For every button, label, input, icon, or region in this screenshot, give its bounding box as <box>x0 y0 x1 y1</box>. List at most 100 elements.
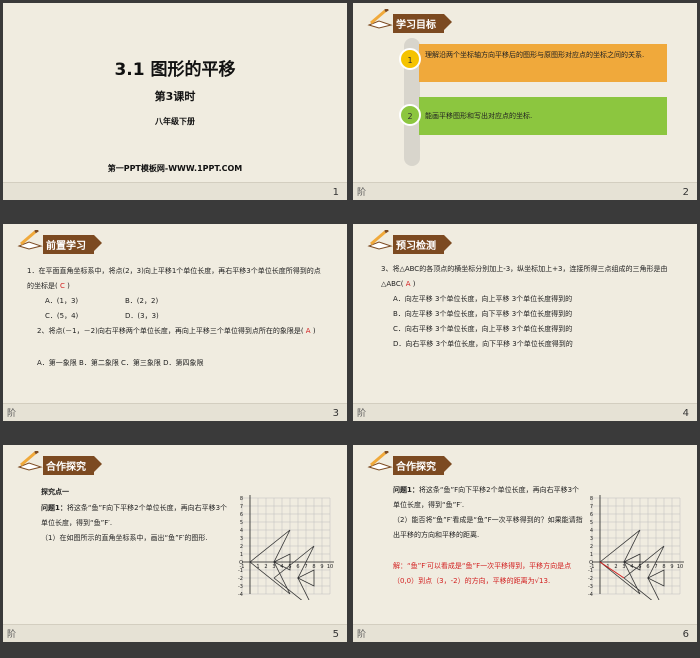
y-tick-label: 7 <box>590 504 593 510</box>
x-tick-label: 8 <box>662 564 665 570</box>
section-title: 合作探究 <box>393 456 452 475</box>
slide-subtitle: 第3课时 <box>154 90 196 103</box>
slide-1[interactable]: 3.1 图形的平移 第3课时 八年级下册 第一PPT模板网-WWW.1PPT.C… <box>3 3 347 200</box>
slide-number: 4 <box>682 408 689 419</box>
y-tick-label: -2 <box>588 576 593 582</box>
y-tick-label: 5 <box>590 520 593 526</box>
slide-footer: 1 <box>3 182 347 200</box>
y-tick-label: -4 <box>588 592 593 598</box>
y-tick-label: 3 <box>590 536 593 542</box>
website-label: 第一PPT模板网-WWW.1PPT.COM <box>107 164 243 173</box>
options-2: A．第一象限 B．第二象限 C．第三象限 D．第四象限 <box>37 359 204 367</box>
slide-footer: 阶 4 <box>353 403 697 421</box>
coordinate-graph: 87654321O-1-2-3-412345678910-1 <box>236 494 336 611</box>
objective-1-number: 1 <box>399 48 421 70</box>
option-b: B．向左平移 3个单位长度，向下平移 3个单位长度得到的 <box>393 310 573 318</box>
footer-note: 阶 <box>7 409 17 419</box>
problem-part-1: （1）在如图所示的直角坐标系中，画出“鱼”F′的图形. <box>41 534 208 542</box>
y-tick-label: 1 <box>240 552 243 558</box>
section-title: 预习检测 <box>393 235 452 254</box>
question-3: 3、将△ABC的各顶点的横坐标分别加上-3，纵坐标加上+3，连接所得三点组成的三… <box>381 265 668 288</box>
x-tick-label: 10 <box>677 564 683 570</box>
objective-1-box: 理解沿两个坐标轴方向平移后的图形与原图形对应点的坐标之间的关系. <box>419 44 667 82</box>
objective-2-box: 能画平移图形和写出对应点的坐标. <box>419 97 667 135</box>
option-d: D．向右平移 3个单位长度，向下平移 3个单位长度得到的 <box>393 340 573 348</box>
option-c1: C．(5，4) <box>45 312 79 320</box>
x-tick-label: 10 <box>327 564 333 570</box>
slide-number: 5 <box>332 629 339 640</box>
footer-note: 阶 <box>357 188 367 198</box>
answer-1: C <box>59 282 65 290</box>
x-tick-label: 9 <box>320 564 323 570</box>
x-tick-label: 2 <box>614 564 617 570</box>
grade-label: 八年级下册 <box>155 117 195 126</box>
x-tick-label: 6 <box>646 564 649 570</box>
y-tick-label: -3 <box>588 584 593 590</box>
y-tick-label: 7 <box>240 504 243 510</box>
option-d1: D．(3，3) <box>125 312 159 320</box>
y-tick-label: 2 <box>590 544 593 550</box>
y-tick-label: 6 <box>590 512 593 518</box>
book-pencil-icon <box>367 9 393 29</box>
slide-number: 1 <box>332 187 339 198</box>
y-tick-label: 8 <box>240 496 243 502</box>
grid-svg: 87654321O-1-2-3-412345678910-1 <box>588 494 684 611</box>
x-tick-label: 6 <box>296 564 299 570</box>
footer-note: 阶 <box>7 630 17 640</box>
y-tick-label: 6 <box>240 512 243 518</box>
slide-footer: 阶 2 <box>353 182 697 200</box>
y-tick-label: 8 <box>590 496 593 502</box>
y-tick-label: 2 <box>240 544 243 550</box>
problem-part-2: （2）能否将“鱼”F′看成是“鱼”F一次平移得到的？如果能请指出平移的方向和平移… <box>393 516 583 539</box>
distance-value: √13 <box>534 577 548 585</box>
x-tick-label: 2 <box>264 564 267 570</box>
objective-2-number: 2 <box>399 104 421 126</box>
answer-3: A <box>405 280 411 288</box>
section-title: 学习目标 <box>393 14 452 33</box>
slide-footer: 阶 5 <box>3 624 347 642</box>
option-b1: B．(2，2) <box>125 297 159 305</box>
footer-note: 阶 <box>357 409 367 419</box>
slide-footer: 阶 6 <box>353 624 697 642</box>
x-tick-label: -1 <box>590 564 595 570</box>
slide-number: 3 <box>332 408 339 419</box>
slide-4[interactable]: 预习检测 3、将△ABC的各顶点的横坐标分别加上-3，纵坐标加上+3，连接所得三… <box>353 224 697 421</box>
slide-number: 6 <box>682 629 689 640</box>
slide-2[interactable]: 学习目标 理解沿两个坐标轴方向平移后的图形与原图形对应点的坐标之间的关系. 1 … <box>353 3 697 200</box>
y-tick-label: -3 <box>238 584 243 590</box>
x-tick-label: -1 <box>240 564 245 570</box>
y-tick-label: 5 <box>240 520 243 526</box>
objective-1-text: 理解沿两个坐标轴方向平移后的图形与原图形对应点的坐标之间的关系. <box>425 51 645 59</box>
slide-number: 2 <box>682 187 689 198</box>
problem-1: 问题1：将这条“鱼”F向下平移2个单位长度，再向右平移3个单位长度，得到“鱼”F… <box>41 504 228 527</box>
question-1: 1．在平面直角坐标系中，将点(2，3)向上平移1个单位长度，再右平移3个单位长度… <box>27 267 321 290</box>
x-tick-label: 9 <box>670 564 673 570</box>
objective-2-text: 能画平移图形和写出对应点的坐标. <box>425 112 533 120</box>
section-title: 合作探究 <box>43 456 102 475</box>
slide-title: 3.1 图形的平移 <box>114 60 236 80</box>
y-tick-label: 3 <box>240 536 243 542</box>
slide-6[interactable]: 合作探究 问题1：将这条“鱼”F向下平移2个单位长度，再向右平移3个单位长度，得… <box>353 445 697 642</box>
book-pencil-icon <box>367 230 393 250</box>
problem-1: 问题1：将这条“鱼”F向下平移2个单位长度，再向右平移3个单位长度，得到“鱼”F… <box>393 486 580 509</box>
slide-footer: 阶 3 <box>3 403 347 421</box>
grid-svg: 87654321O-1-2-3-412345678910-1 <box>238 494 334 611</box>
explore-point: 探究点一 <box>41 488 69 496</box>
option-a: A．向左平移 3个单位长度，向上平移 3个单位长度得到的 <box>393 295 573 303</box>
solution-text: 解：“鱼”F′可以看成是“鱼”F一次平移得到，平移方向是点（0,0）到点（3，-… <box>393 562 572 585</box>
book-pencil-icon <box>367 451 393 471</box>
x-tick-label: 8 <box>312 564 315 570</box>
coordinate-graph: 87654321O-1-2-3-412345678910-1 <box>586 494 686 611</box>
answer-2: A <box>305 327 311 335</box>
y-tick-label: -2 <box>238 576 243 582</box>
option-a1: A．(1，3) <box>45 297 79 305</box>
y-tick-label: 4 <box>240 528 243 534</box>
book-pencil-icon <box>17 451 43 471</box>
slide-3[interactable]: 前置学习 1．在平面直角坐标系中，将点(2，3)向上平移1个单位长度，再右平移3… <box>3 224 347 421</box>
footer-note: 阶 <box>357 630 367 640</box>
y-tick-label: -4 <box>238 592 243 598</box>
y-tick-label: 4 <box>590 528 593 534</box>
slide-5[interactable]: 合作探究 探究点一 问题1：将这条“鱼”F向下平移2个单位长度，再向右平移3个单… <box>3 445 347 642</box>
y-tick-label: 1 <box>590 552 593 558</box>
section-title: 前置学习 <box>43 235 102 254</box>
